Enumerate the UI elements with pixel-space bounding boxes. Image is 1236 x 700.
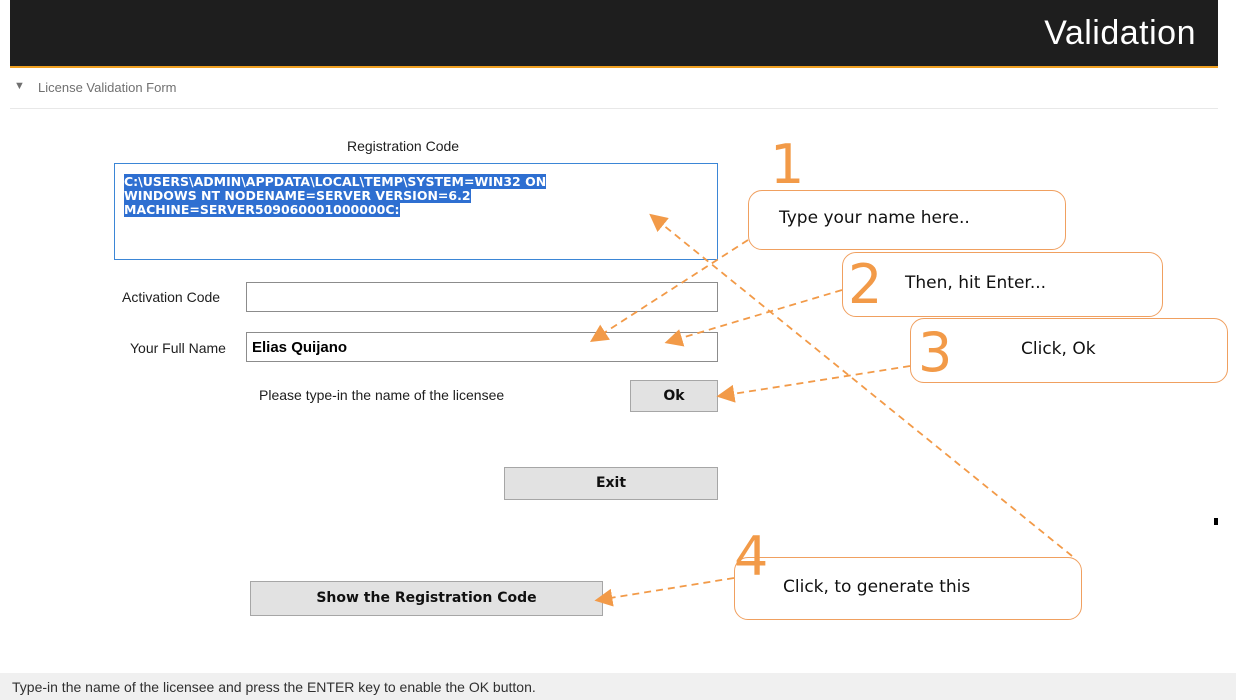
callout-step2: Then, hit Enter... [842,252,1163,317]
step2-number: 2 [848,253,883,316]
callout-step3: Click, Ok [910,318,1228,383]
arrow-step3 [716,365,911,403]
callout-step2-text: Then, hit Enter... [905,273,1047,293]
step3-number: 3 [918,321,953,384]
step1-number: 1 [770,133,805,196]
callout-step1: Type your name here.. [748,190,1066,250]
callout-step4: Click, to generate this [734,557,1082,620]
callout-step1-text: Type your name here.. [779,208,970,228]
callout-step4-text: Click, to generate this [783,577,971,597]
arrow-step4 [594,577,735,607]
callout-step3-text: Click, Ok [1021,339,1096,359]
step4-number: 4 [734,525,769,588]
arrow-step2 [664,289,843,347]
